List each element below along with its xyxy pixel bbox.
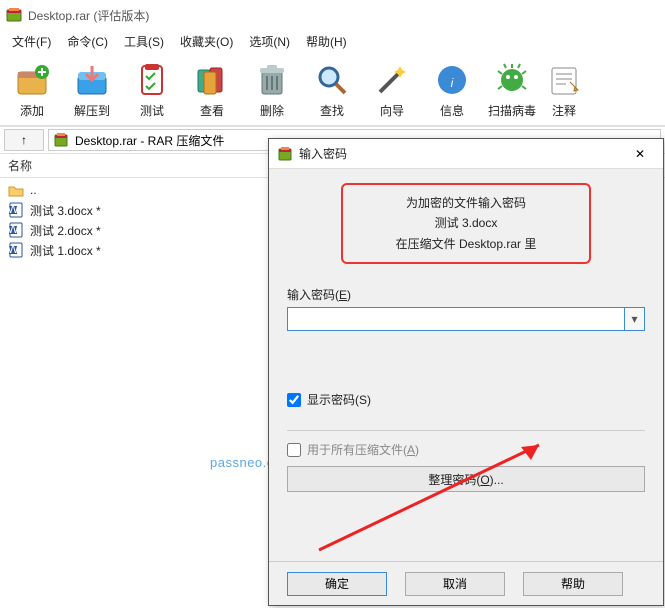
window-titlebar: Desktop.rar (评估版本) (0, 0, 665, 30)
docx-icon: W (8, 242, 24, 258)
tool-comment[interactable]: 注释 (542, 56, 586, 125)
menu-help[interactable]: 帮助(H) (298, 31, 355, 52)
tool-delete[interactable]: 删除 (242, 56, 302, 125)
ok-button[interactable]: 确定 (287, 572, 387, 596)
tool-scan[interactable]: 扫描病毒 (482, 56, 542, 125)
dialog-footer: 确定 取消 帮助 (269, 561, 663, 605)
all-archives-input[interactable] (287, 443, 301, 457)
tool-info[interactable]: i 信息 (422, 56, 482, 125)
tool-wizard-label: 向导 (380, 102, 404, 119)
tool-find-label: 查找 (320, 102, 344, 119)
chevron-down-icon: ▾ (631, 312, 637, 326)
file-name: 测试 2.docx * (30, 222, 101, 239)
extract-icon (72, 60, 112, 100)
close-icon: ✕ (635, 147, 645, 161)
up-button[interactable]: ↑ (4, 129, 44, 151)
cancel-button[interactable]: 取消 (405, 572, 505, 596)
close-button[interactable]: ✕ (625, 142, 655, 166)
info-icon: i (432, 60, 472, 100)
app-icon (6, 7, 22, 23)
docx-icon: W (8, 222, 24, 238)
message-box: 为加密的文件输入密码 测试 3.docx 在压缩文件 Desktop.rar 里 (341, 183, 591, 264)
file-name: 测试 1.docx * (30, 242, 101, 259)
all-archives-checkbox[interactable]: 用于所有压缩文件(A) (287, 441, 645, 458)
delete-icon (252, 60, 292, 100)
svg-text:W: W (8, 242, 19, 256)
menu-file[interactable]: 文件(F) (4, 31, 59, 52)
rar-file-icon (53, 132, 69, 148)
file-name: 测试 3.docx * (30, 202, 101, 219)
tool-view[interactable]: 查看 (182, 56, 242, 125)
svg-text:i: i (451, 76, 454, 90)
tool-comment-label: 注释 (552, 102, 576, 119)
tool-add[interactable]: 添加 (2, 56, 62, 125)
password-dialog: 输入密码 ✕ 为加密的文件输入密码 测试 3.docx 在压缩文件 Deskto… (268, 138, 664, 606)
message-line3: 在压缩文件 Desktop.rar 里 (361, 234, 571, 254)
tool-find[interactable]: 查找 (302, 56, 362, 125)
tool-test-label: 测试 (140, 102, 164, 119)
window-title: Desktop.rar (评估版本) (28, 7, 149, 24)
password-label: 输入密码(E) (287, 286, 645, 303)
tool-info-label: 信息 (440, 102, 464, 119)
svg-text:W: W (8, 222, 19, 236)
path-text: Desktop.rar - RAR 压缩文件 (75, 132, 224, 149)
menu-options[interactable]: 选项(N) (241, 31, 298, 52)
dialog-titlebar: 输入密码 ✕ (269, 139, 663, 169)
svg-text:W: W (8, 202, 19, 216)
tool-add-label: 添加 (20, 102, 44, 119)
dialog-body: 为加密的文件输入密码 测试 3.docx 在压缩文件 Desktop.rar 里… (269, 169, 663, 561)
view-icon (192, 60, 232, 100)
tool-view-label: 查看 (200, 102, 224, 119)
organize-passwords-button[interactable]: 整理密码(O)... (287, 466, 645, 492)
tool-scan-label: 扫描病毒 (488, 102, 536, 119)
password-dropdown[interactable]: ▾ (625, 307, 645, 331)
tool-wizard[interactable]: 向导 (362, 56, 422, 125)
up-icon: ↑ (21, 133, 27, 147)
rar-file-icon (277, 146, 293, 162)
find-icon (312, 60, 352, 100)
menu-favorites[interactable]: 收藏夹(O) (172, 31, 241, 52)
add-icon (12, 60, 52, 100)
show-password-input[interactable] (287, 393, 301, 407)
scan-icon (492, 60, 532, 100)
comment-icon (544, 60, 584, 100)
message-line1: 为加密的文件输入密码 (361, 193, 571, 213)
password-input[interactable] (287, 307, 625, 331)
docx-icon: W (8, 202, 24, 218)
separator (287, 430, 645, 431)
menu-tools[interactable]: 工具(S) (116, 31, 172, 52)
menubar: 文件(F) 命令(C) 工具(S) 收藏夹(O) 选项(N) 帮助(H) (0, 30, 665, 52)
dialog-title: 输入密码 (299, 145, 625, 162)
tool-extract[interactable]: 解压到 (62, 56, 122, 125)
menu-command[interactable]: 命令(C) (59, 31, 116, 52)
show-password-checkbox[interactable]: 显示密码(S) (287, 391, 645, 408)
tool-test[interactable]: 测试 (122, 56, 182, 125)
message-line2: 测试 3.docx (361, 213, 571, 233)
tool-delete-label: 删除 (260, 102, 284, 119)
wizard-icon (372, 60, 412, 100)
col-name: 名称 (8, 157, 32, 174)
file-name: .. (30, 183, 37, 197)
test-icon (132, 60, 172, 100)
folder-up-icon (8, 182, 24, 198)
help-button[interactable]: 帮助 (523, 572, 623, 596)
tool-extract-label: 解压到 (74, 102, 110, 119)
toolbar: 添加 解压到 测试 查看 删除 查找 向导 i 信息 扫描病毒 注释 (0, 52, 665, 126)
